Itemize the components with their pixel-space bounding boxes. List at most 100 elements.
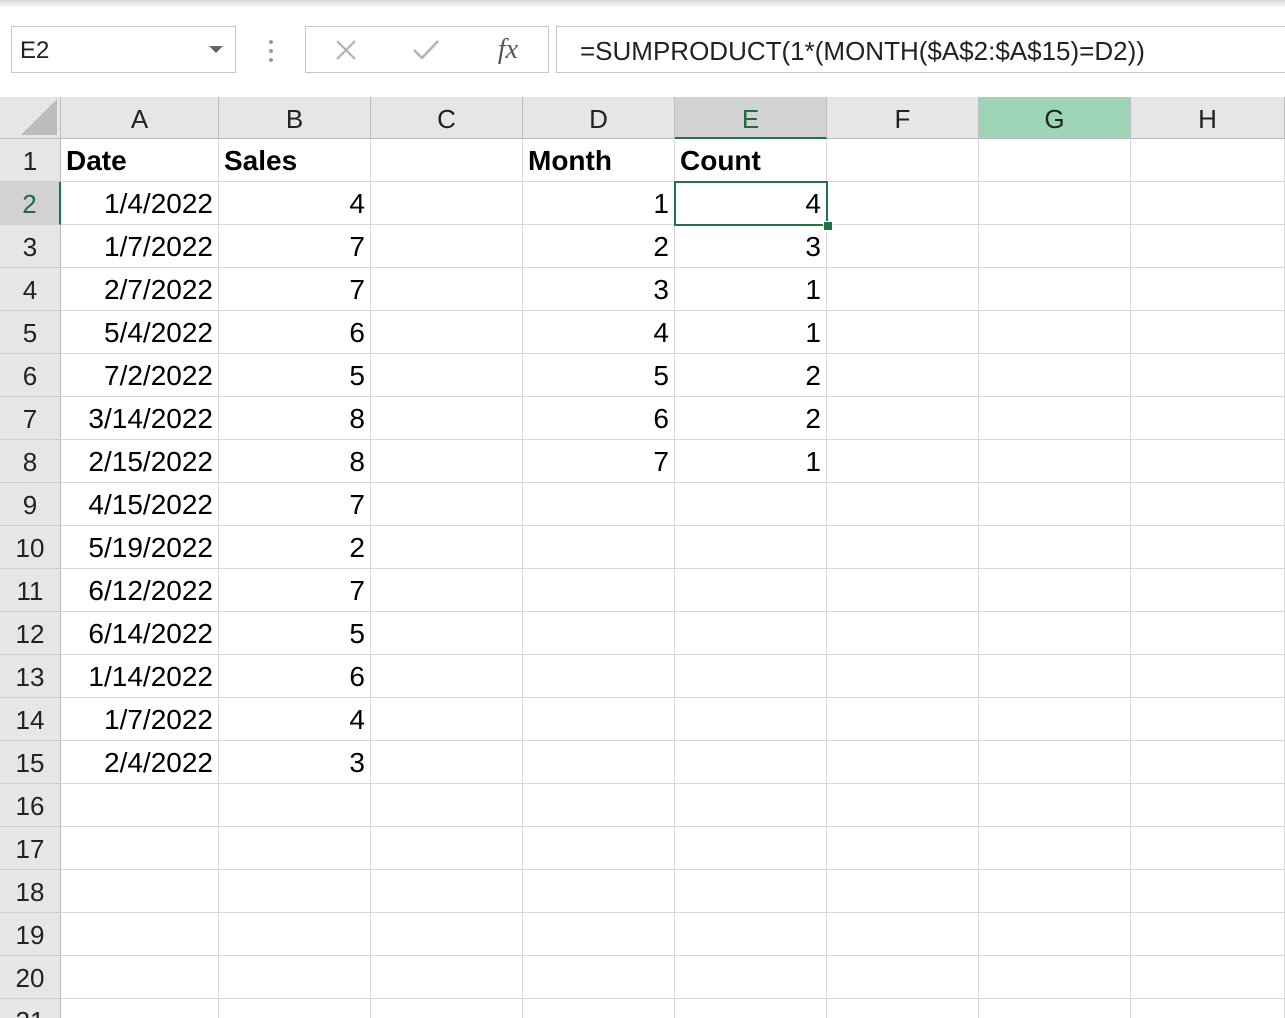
cell-d8[interactable]: 7 — [523, 440, 675, 483]
cell-e4[interactable]: 1 — [675, 268, 827, 311]
cell-e11[interactable] — [675, 569, 827, 612]
cell-b1[interactable]: Sales — [219, 139, 371, 182]
cell-b13[interactable]: 6 — [219, 655, 371, 698]
cell-a21[interactable] — [61, 999, 219, 1018]
cell-a13[interactable]: 1/14/2022 — [61, 655, 219, 698]
cell-e16[interactable] — [675, 784, 827, 827]
name-box[interactable]: E2 — [11, 26, 236, 73]
cell-f10[interactable] — [827, 526, 979, 569]
cell-d19[interactable] — [523, 913, 675, 956]
cell-f1[interactable] — [827, 139, 979, 182]
cell-h3[interactable] — [1131, 225, 1285, 268]
column-header-e[interactable]: E — [675, 97, 827, 139]
cell-h7[interactable] — [1131, 397, 1285, 440]
cell-h12[interactable] — [1131, 612, 1285, 655]
row-header-11[interactable]: 11 — [0, 569, 61, 612]
cell-h5[interactable] — [1131, 311, 1285, 354]
cell-d18[interactable] — [523, 870, 675, 913]
row-header-17[interactable]: 17 — [0, 827, 61, 870]
cell-b10[interactable]: 2 — [219, 526, 371, 569]
row-header-13[interactable]: 13 — [0, 655, 61, 698]
cell-h20[interactable] — [1131, 956, 1285, 999]
cell-g2[interactable] — [979, 182, 1131, 225]
cell-b14[interactable]: 4 — [219, 698, 371, 741]
cell-f13[interactable] — [827, 655, 979, 698]
cell-g19[interactable] — [979, 913, 1131, 956]
row-header-9[interactable]: 9 — [0, 483, 61, 526]
select-all-button[interactable] — [0, 97, 61, 139]
cell-g13[interactable] — [979, 655, 1131, 698]
row-header-19[interactable]: 19 — [0, 913, 61, 956]
row-header-10[interactable]: 10 — [0, 526, 61, 569]
cell-e19[interactable] — [675, 913, 827, 956]
cell-f12[interactable] — [827, 612, 979, 655]
cell-a20[interactable] — [61, 956, 219, 999]
cell-c1[interactable] — [371, 139, 523, 182]
cell-g15[interactable] — [979, 741, 1131, 784]
cell-e13[interactable] — [675, 655, 827, 698]
cell-a6[interactable]: 7/2/2022 — [61, 354, 219, 397]
row-header-16[interactable]: 16 — [0, 784, 61, 827]
cell-e15[interactable] — [675, 741, 827, 784]
cell-c21[interactable] — [371, 999, 523, 1018]
cell-f6[interactable] — [827, 354, 979, 397]
row-header-18[interactable]: 18 — [0, 870, 61, 913]
cell-g21[interactable] — [979, 999, 1131, 1018]
cell-g14[interactable] — [979, 698, 1131, 741]
cell-g12[interactable] — [979, 612, 1131, 655]
cell-a8[interactable]: 2/15/2022 — [61, 440, 219, 483]
cell-b12[interactable]: 5 — [219, 612, 371, 655]
cell-c16[interactable] — [371, 784, 523, 827]
cell-d4[interactable]: 3 — [523, 268, 675, 311]
cell-a2[interactable]: 1/4/2022 — [61, 182, 219, 225]
insert-function-button[interactable]: fx — [486, 33, 530, 67]
cell-c12[interactable] — [371, 612, 523, 655]
column-header-c[interactable]: C — [371, 97, 523, 139]
cell-h19[interactable] — [1131, 913, 1285, 956]
cell-f9[interactable] — [827, 483, 979, 526]
fill-handle[interactable] — [823, 221, 833, 231]
cell-a7[interactable]: 3/14/2022 — [61, 397, 219, 440]
row-header-1[interactable]: 1 — [0, 139, 61, 182]
cell-b7[interactable]: 8 — [219, 397, 371, 440]
close-icon[interactable] — [324, 33, 368, 67]
cell-d6[interactable]: 5 — [523, 354, 675, 397]
cell-b21[interactable] — [219, 999, 371, 1018]
cell-c17[interactable] — [371, 827, 523, 870]
cell-b5[interactable]: 6 — [219, 311, 371, 354]
formula-input[interactable]: =SUMPRODUCT(1*(MONTH($A$2:$A$15)=D2)) — [556, 26, 1285, 73]
cell-d20[interactable] — [523, 956, 675, 999]
cell-d2[interactable]: 1 — [523, 182, 675, 225]
cell-c4[interactable] — [371, 268, 523, 311]
row-header-20[interactable]: 20 — [0, 956, 61, 999]
cell-d16[interactable] — [523, 784, 675, 827]
row-header-12[interactable]: 12 — [0, 612, 61, 655]
cell-c13[interactable] — [371, 655, 523, 698]
cell-e21[interactable] — [675, 999, 827, 1018]
cell-c3[interactable] — [371, 225, 523, 268]
cell-d3[interactable]: 2 — [523, 225, 675, 268]
cell-f4[interactable] — [827, 268, 979, 311]
cell-e2[interactable]: 4 — [675, 182, 827, 225]
cell-c7[interactable] — [371, 397, 523, 440]
cell-b9[interactable]: 7 — [219, 483, 371, 526]
row-header-6[interactable]: 6 — [0, 354, 61, 397]
cell-h2[interactable] — [1131, 182, 1285, 225]
cell-f3[interactable] — [827, 225, 979, 268]
cell-a11[interactable]: 6/12/2022 — [61, 569, 219, 612]
cell-h21[interactable] — [1131, 999, 1285, 1018]
cell-e9[interactable] — [675, 483, 827, 526]
cell-h15[interactable] — [1131, 741, 1285, 784]
column-header-b[interactable]: B — [219, 97, 371, 139]
cell-d5[interactable]: 4 — [523, 311, 675, 354]
cell-g9[interactable] — [979, 483, 1131, 526]
cell-a5[interactable]: 5/4/2022 — [61, 311, 219, 354]
cell-g20[interactable] — [979, 956, 1131, 999]
cell-e3[interactable]: 3 — [675, 225, 827, 268]
cell-f14[interactable] — [827, 698, 979, 741]
cell-h1[interactable] — [1131, 139, 1285, 182]
cell-a9[interactable]: 4/15/2022 — [61, 483, 219, 526]
cell-f18[interactable] — [827, 870, 979, 913]
cell-c5[interactable] — [371, 311, 523, 354]
cell-g5[interactable] — [979, 311, 1131, 354]
